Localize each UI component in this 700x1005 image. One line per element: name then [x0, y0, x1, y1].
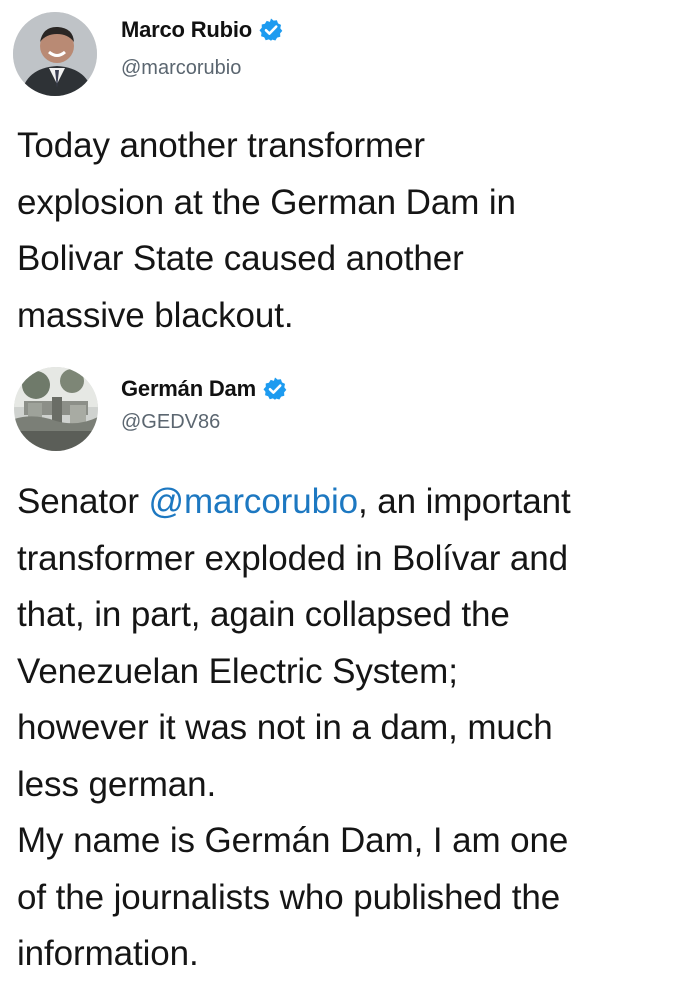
- tweet-marco-rubio[interactable]: Marco Rubio @marcorubio Today another tr…: [0, 0, 700, 352]
- tweet-text-line: transformer exploded in Bolívar and: [17, 538, 568, 578]
- tweet-text-line: less german.: [17, 764, 217, 804]
- verified-badge-icon: [258, 17, 284, 43]
- avatar[interactable]: [14, 367, 98, 451]
- tweet-german-dam[interactable]: Germán Dam @GEDV86 Senator @marcorubio, …: [0, 352, 700, 1005]
- tweet-text-line: that, in part, again collapsed the: [17, 595, 510, 634]
- tweet-text-line: Venezuelan Electric System;: [17, 651, 458, 691]
- tweet-text: Today another transformer explosion at t…: [17, 118, 690, 344]
- tweet-text-line: of the journalists who published the: [17, 877, 561, 917]
- tweet-text-line: information.: [17, 934, 199, 973]
- user-handle[interactable]: @marcorubio: [121, 57, 241, 80]
- tweet-text-line: Bolivar State caused another: [17, 239, 464, 278]
- avatar[interactable]: [13, 12, 97, 96]
- tweet-text-line: Senator @marcorubio, an important: [17, 474, 690, 531]
- tweet-text-line: massive blackout.: [17, 295, 294, 335]
- verified-badge-icon: [262, 376, 288, 402]
- tweet-text-segment: , an important: [358, 482, 571, 521]
- tweet-text-line: My name is Germán Dam, I am one: [17, 821, 569, 860]
- tweet-text-line: explosion at the German Dam in: [17, 182, 516, 222]
- tweet-text-segment: Senator: [17, 482, 149, 521]
- display-name[interactable]: Marco Rubio: [121, 17, 252, 43]
- user-handle[interactable]: @GEDV86: [121, 411, 220, 434]
- display-name[interactable]: Germán Dam: [121, 376, 256, 402]
- tweet-text-line: Today another transformer: [17, 126, 425, 165]
- tweet-text: Senator @marcorubio, an important transf…: [17, 474, 690, 983]
- mention-link[interactable]: @marcorubio: [149, 482, 359, 521]
- tweet-text-line: however it was not in a dam, much: [17, 708, 553, 747]
